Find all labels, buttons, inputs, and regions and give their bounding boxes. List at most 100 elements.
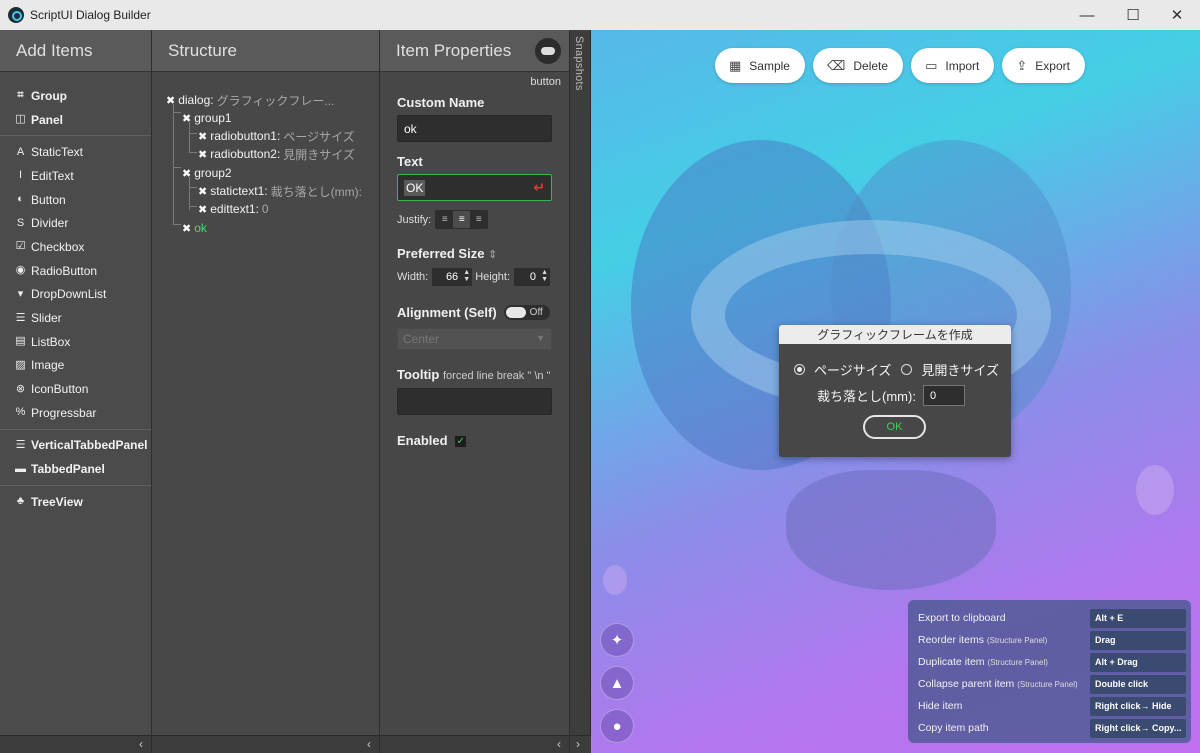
collapse-add-items-icon[interactable]: ‹ <box>139 737 143 751</box>
justify-center-icon[interactable]: ≡ <box>453 211 471 228</box>
text-label: Text <box>397 154 423 169</box>
add-item-group[interactable]: ⌗ Group <box>0 84 151 108</box>
preview-radio-group: ページサイズ 見開きサイズ <box>794 360 999 379</box>
image-icon: ▨ <box>15 358 26 371</box>
alignment-row: Alignment (Self) Off <box>380 305 569 320</box>
height-spin-icon[interactable]: ▲ ▼ <box>541 269 548 283</box>
alignment-dropdown[interactable]: Center ▼ <box>397 328 552 350</box>
canvas-toolbar: ▦ Sample ⌫ Delete ▭ Import ⇪ Export <box>715 48 1085 83</box>
import-button[interactable]: ▭ Import <box>911 48 995 83</box>
maximize-button[interactable]: ☐ <box>1110 0 1156 30</box>
sample-button[interactable]: ▦ Sample <box>715 48 805 83</box>
close-button[interactable]: ✕ <box>1154 0 1200 30</box>
tooltip-label: Tooltip <box>397 367 440 382</box>
height-stepper[interactable]: 0 ▲ ▼ <box>514 268 551 286</box>
lightbulb-icon[interactable]: ✦ <box>600 623 634 657</box>
width-spin-icon[interactable]: ▲ ▼ <box>463 269 470 283</box>
width-stepper[interactable]: 66 ▲ ▼ <box>432 268 473 286</box>
tree-node-dialog[interactable]: ✖ dialog: グラフィックフレー... <box>166 92 334 108</box>
tree-node-statictext1[interactable]: ✖ statictext1: 裁ち落とし(mm): <box>198 183 362 199</box>
minimize-button[interactable]: — <box>1064 0 1110 30</box>
add-item-tabbedpanel[interactable]: ▬ TabbedPanel <box>0 457 151 481</box>
add-items-panel: Add Items ⌗ Group ◫ Panel A StaticText I EditTe… <box>0 30 152 753</box>
tooltip-label-row: Tooltip forced line break " \n " <box>380 367 569 382</box>
shortcut-action: Collapse parent item <box>918 678 1015 690</box>
tooltip-input[interactable] <box>397 388 552 415</box>
preview-ok-button[interactable]: OK <box>863 415 926 439</box>
github-icon[interactable]: ● <box>600 709 634 743</box>
button-icon: ◐ <box>17 193 24 206</box>
tree-node-group2[interactable]: ✖ group2 <box>182 165 232 181</box>
divider <box>0 428 151 430</box>
remove-icon[interactable]: ✖ <box>182 222 191 235</box>
remove-icon[interactable]: ✖ <box>198 203 207 216</box>
preview-radio-page-size[interactable] <box>794 364 805 375</box>
justify-right-icon[interactable]: ≡ <box>470 211 487 228</box>
snapshots-strip[interactable]: Snapshots › <box>570 30 591 753</box>
add-item-slider[interactable]: ☰ Slider <box>0 306 151 330</box>
remove-icon[interactable]: ✖ <box>198 130 207 143</box>
edit-text-icon: I <box>18 169 23 182</box>
delete-button[interactable]: ⌫ Delete <box>812 48 904 83</box>
add-item-radiobutton[interactable]: ◉ RadioButton <box>0 259 151 283</box>
structure-panel: Structure ✖ dialog: グラフィックフレー... ✖ group… <box>152 30 380 753</box>
tree-node-radiobutton2[interactable]: ✖ radiobutton2: 見開きサイズ <box>198 146 355 162</box>
enabled-checkbox[interactable]: ✓ <box>455 436 467 448</box>
alignment-switch[interactable]: Off <box>503 305 550 320</box>
item-properties-header: Item Properties <box>380 30 569 72</box>
add-item-label: VerticalTabbedPanel <box>31 438 148 453</box>
preview-dialog[interactable]: グラフィックフレームを作成 ページサイズ 見開きサイズ 裁ち落とし(mm): 0… <box>779 325 1011 457</box>
remove-icon[interactable]: ✖ <box>182 167 191 180</box>
shortcut-description: Duplicate item (Structure Panel) <box>918 656 1090 668</box>
expand-snapshots-icon[interactable]: › <box>576 737 580 751</box>
divider <box>0 135 151 137</box>
remove-icon[interactable]: ✖ <box>198 148 207 161</box>
preview-radio-spread-size[interactable] <box>901 364 913 375</box>
export-button[interactable]: ⇪ Export <box>1002 48 1085 83</box>
tree-node-edittext1[interactable]: ✖ edittext1: 0 <box>198 201 269 217</box>
custom-name-input[interactable]: ok <box>397 115 552 142</box>
enabled-label: Enabled <box>397 433 448 448</box>
preview-bleed-input[interactable]: 0 <box>922 385 965 406</box>
add-item-label: Panel <box>31 112 64 127</box>
add-item-panel[interactable]: ◫ Panel <box>0 108 151 132</box>
tree-node-group1[interactable]: ✖ group1 <box>182 110 232 126</box>
remove-icon[interactable]: ✖ <box>198 185 207 198</box>
add-item-statictext[interactable]: A StaticText <box>0 140 151 164</box>
add-item-checkbox[interactable]: ☑ Checkbox <box>0 235 151 259</box>
add-item-edittext[interactable]: I EditText <box>0 164 151 188</box>
remove-icon[interactable]: ✖ <box>166 94 175 107</box>
add-items-header: Add Items <box>0 30 151 72</box>
table-icon: ▦ <box>729 57 742 73</box>
remove-icon[interactable]: ✖ <box>182 112 191 125</box>
preferred-size-icon[interactable]: ⇕ <box>488 249 497 261</box>
collapse-structure-icon[interactable]: ‹ <box>367 737 371 751</box>
tree-view-icon: ♣ <box>16 495 25 508</box>
text-input[interactable]: OK ↵ <box>397 174 552 201</box>
divider <box>0 485 151 486</box>
tree-node-ok[interactable]: ✖ ok <box>182 220 207 236</box>
add-item-treeview[interactable]: ♣ TreeView <box>0 490 151 514</box>
add-item-progressbar[interactable]: % Progressbar <box>0 401 151 425</box>
graduation-cap-icon[interactable]: ▲ <box>600 666 634 700</box>
shortcut-description: Copy item path <box>918 722 1090 734</box>
tree-node-radiobutton1[interactable]: ✖ radiobutton1: ページサイズ <box>198 128 355 144</box>
add-item-verticaltabbedpanel[interactable]: ☰ VerticalTabbedPanel <box>0 434 151 458</box>
item-properties-title: Item Properties <box>396 40 512 60</box>
vertical-tabbed-panel-icon: ☰ <box>15 438 26 451</box>
preview-canvas: ▦ Sample ⌫ Delete ▭ Import ⇪ Export グラフィ… <box>591 30 1200 753</box>
alignment-label: Alignment (Self) <box>397 305 497 320</box>
add-item-listbox[interactable]: ▤ ListBox <box>0 330 151 354</box>
shortcut-action: Export to clipboard <box>918 612 1006 624</box>
add-item-dropdownlist[interactable]: ▾ DropDownList <box>0 283 151 307</box>
properties-toggle-icon[interactable] <box>535 37 561 64</box>
shortcut-description: Export to clipboard <box>918 612 1090 624</box>
add-item-divider[interactable]: S Divider <box>0 211 151 235</box>
shortcut-action: Copy item path <box>918 722 989 734</box>
add-item-image[interactable]: ▨ Image <box>0 354 151 378</box>
justify-left-icon[interactable]: ≡ <box>436 211 453 228</box>
add-item-button[interactable]: ◐ Button <box>0 188 151 212</box>
shortcut-key: Right click→ Copy... <box>1090 718 1186 738</box>
add-item-iconbutton[interactable]: ⊗ IconButton <box>0 377 151 401</box>
collapse-properties-icon[interactable]: ‹ <box>557 737 561 751</box>
